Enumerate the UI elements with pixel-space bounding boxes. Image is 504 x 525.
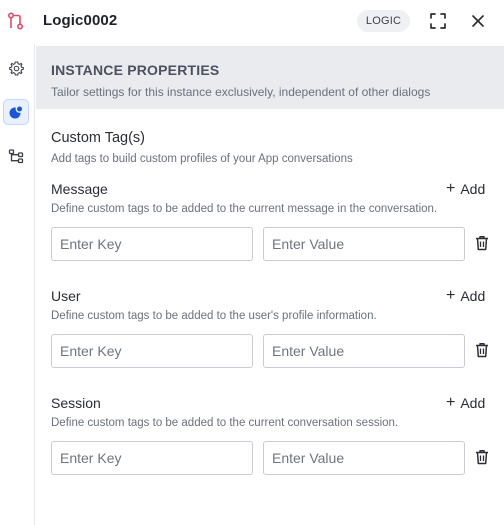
trash-icon (476, 450, 488, 465)
message-section-description: Define custom tags to be added to the cu… (51, 203, 438, 215)
custom-tags-title: Custom Tag(s) (51, 130, 146, 146)
trash-icon (476, 343, 488, 358)
user-value-input[interactable] (263, 334, 465, 368)
flow-tree-icon (8, 149, 24, 164)
session-delete-button[interactable] (473, 448, 491, 466)
sidebar-item-settings[interactable] (3, 55, 29, 81)
session-add-button[interactable]: + Add (446, 394, 486, 412)
close-button[interactable] (468, 11, 488, 31)
add-label: Add (460, 288, 486, 304)
user-key-input[interactable] (51, 334, 253, 368)
message-value-input[interactable] (263, 227, 465, 261)
sidebar-item-flow[interactable] (3, 143, 29, 169)
instance-properties-icon (9, 105, 24, 119)
session-value-input[interactable] (263, 441, 465, 475)
session-section-description: Define custom tags to be added to the cu… (51, 417, 399, 429)
node-type-badge: LOGIC (357, 10, 410, 32)
close-icon (472, 15, 484, 27)
message-delete-button[interactable] (473, 234, 491, 252)
add-label: Add (460, 395, 486, 411)
session-section-title: Session (51, 395, 101, 411)
flow-branch-icon (7, 12, 25, 30)
expand-button[interactable] (428, 11, 448, 31)
sidebar (0, 44, 35, 525)
instance-properties-banner: INSTANCE PROPERTIES Tailor settings for … (36, 46, 504, 109)
user-add-button[interactable]: + Add (446, 287, 486, 305)
sidebar-item-instance-properties[interactable] (3, 99, 29, 125)
session-key-input[interactable] (51, 441, 253, 475)
plus-icon: + (446, 287, 456, 304)
plus-icon: + (446, 394, 456, 411)
message-key-input[interactable] (51, 227, 253, 261)
trash-icon (476, 236, 488, 251)
main-panel: INSTANCE PROPERTIES Tailor settings for … (36, 44, 504, 525)
message-section-title: Message (51, 181, 108, 197)
user-section-title: User (51, 288, 81, 304)
instance-properties-subtitle: Tailor settings for this instance exclus… (51, 85, 431, 99)
dialog-header: Logic0002 LOGIC (0, 0, 504, 44)
user-section-description: Define custom tags to be added to the us… (51, 310, 377, 322)
plus-icon: + (446, 180, 456, 197)
add-label: Add (460, 181, 486, 197)
message-add-button[interactable]: + Add (446, 180, 486, 198)
custom-tags-subtitle: Add tags to build custom profiles of you… (51, 153, 353, 165)
user-delete-button[interactable] (473, 341, 491, 359)
instance-properties-title: INSTANCE PROPERTIES (51, 62, 220, 78)
expand-icon (430, 13, 446, 29)
gear-icon (8, 60, 24, 76)
dialog-title: Logic0002 (43, 12, 118, 29)
